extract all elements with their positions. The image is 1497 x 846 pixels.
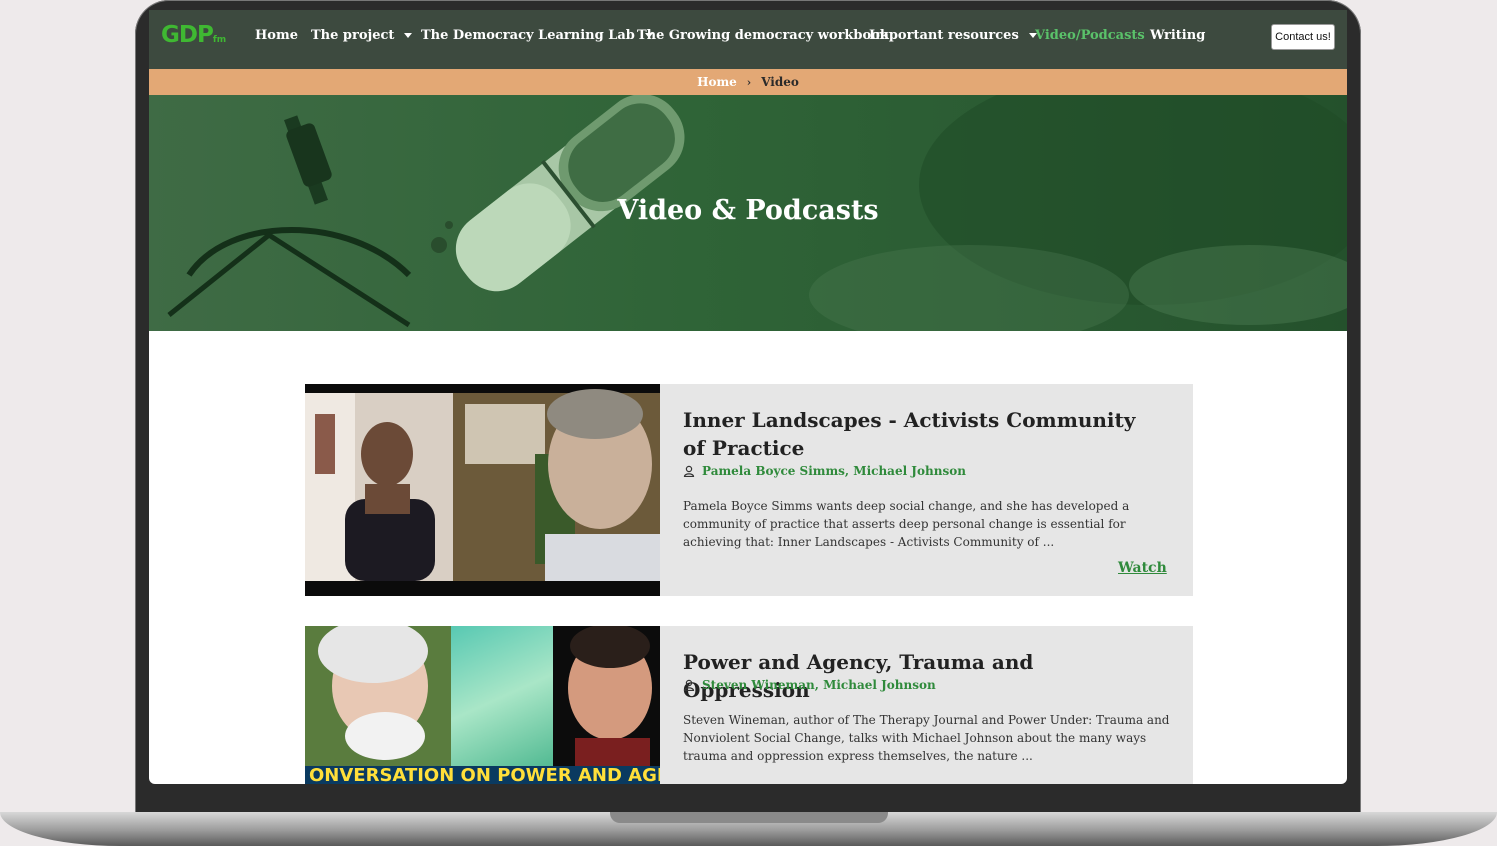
nav-video-podcasts[interactable]: Video/Podcasts	[1035, 28, 1145, 43]
nav-writing[interactable]: Writing	[1150, 28, 1205, 43]
nav-workbook-label: The Growing democracy workbook	[637, 28, 889, 43]
nav-democracy-learning-lab[interactable]: The Democracy Learning Lab	[421, 28, 653, 43]
nav-resources-label: Important resources	[869, 28, 1019, 43]
hero-banner: Video & Podcasts	[149, 95, 1347, 331]
post-title[interactable]: Power and Agency, Trauma and Oppression	[683, 648, 1153, 704]
nav-learning-lab-label: The Democracy Learning Lab	[421, 28, 635, 43]
watch-link[interactable]: Watch	[1118, 560, 1167, 576]
post-card[interactable]: Inner Landscapes - Activists Community o…	[305, 384, 1193, 596]
logo-text: GDP	[161, 22, 214, 48]
page-title: Video & Podcasts	[617, 195, 879, 226]
site-logo[interactable]: GDPfm	[161, 22, 226, 48]
post-authors[interactable]: Pamela Boyce Simms, Michael Johnson	[702, 464, 966, 478]
laptop-notch	[610, 812, 888, 823]
post-excerpt: Steven Wineman, author of The Therapy Jo…	[683, 713, 1170, 763]
breadcrumb-home-link[interactable]: Home	[697, 75, 737, 89]
post-title[interactable]: Inner Landscapes - Activists Community o…	[683, 406, 1153, 462]
caret-down-icon	[404, 33, 413, 38]
nav-writing-label: Writing	[1150, 28, 1206, 43]
thumbnail-caption: ONVERSATION ON POWER AND AGEN	[309, 765, 660, 784]
nav-video-podcasts-label: Video/Podcasts	[1035, 28, 1145, 43]
breadcrumb: Home › Video	[149, 69, 1347, 95]
nav-home-label: Home	[255, 28, 298, 43]
nav-the-project-label: The project	[311, 28, 395, 43]
chevron-right-icon: ›	[746, 75, 752, 89]
video-thumbnail[interactable]: ONVERSATION ON POWER AND AGEN	[305, 626, 660, 784]
post-card[interactable]: ONVERSATION ON POWER AND AGEN Power and …	[305, 626, 1193, 784]
post-excerpt: Pamela Boyce Simms wants deep social cha…	[683, 499, 1130, 549]
nav-growing-democracy-workbook[interactable]: The Growing democracy workbook	[637, 28, 889, 43]
user-icon	[683, 465, 695, 477]
nav-the-project[interactable]: The project	[311, 28, 413, 43]
thumbnail-image	[305, 626, 660, 784]
post-authors[interactable]: Steven Wineman, Michael Johnson	[702, 678, 936, 692]
thumbnail-image	[305, 384, 660, 596]
browser-screen: GDPfm Home The project The Democracy Lea…	[149, 10, 1347, 784]
nav-home[interactable]: Home	[255, 28, 298, 43]
logo-suffix: fm	[212, 35, 227, 45]
breadcrumb-current: Video	[761, 75, 799, 89]
video-thumbnail[interactable]	[305, 384, 660, 596]
nav-important-resources[interactable]: Important resources	[869, 28, 1037, 43]
top-navbar: GDPfm Home The project The Democracy Lea…	[149, 10, 1347, 69]
contact-us-button[interactable]: Contact us!	[1271, 24, 1335, 50]
user-icon	[683, 679, 695, 691]
contact-us-label: Contact us!	[1275, 31, 1331, 43]
